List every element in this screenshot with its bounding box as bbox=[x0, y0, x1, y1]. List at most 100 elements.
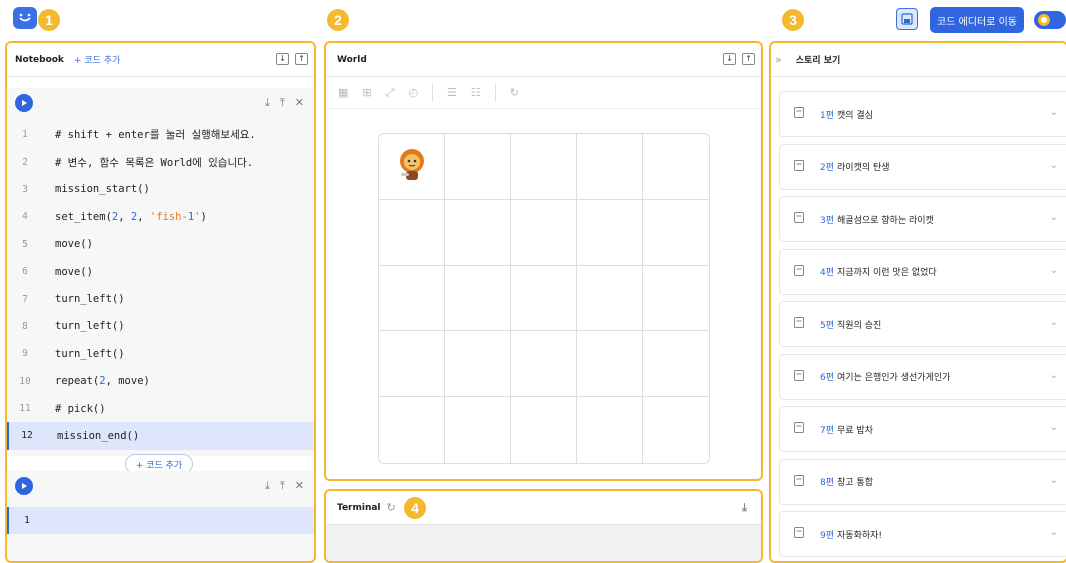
grid-cell[interactable] bbox=[379, 134, 445, 200]
code-line[interactable]: 1 # shift + enter를 눌러 실행해보세요. bbox=[7, 121, 314, 148]
upload-icon[interactable]: ↑ bbox=[742, 53, 755, 65]
code-cell-1: ⤓ ⤒ ✕ 1 # shift + enter를 눌러 실행해보세요. 2 # 변수,… bbox=[7, 88, 314, 456]
code-line[interactable]: 11 # pick() bbox=[7, 395, 314, 422]
chevron-down-icon[interactable]: ⌄ bbox=[1050, 370, 1058, 381]
terminal-header: Terminal ↻ 4 ⤓ bbox=[326, 491, 761, 525]
chevron-down-icon[interactable]: ⌄ bbox=[1050, 527, 1058, 538]
story-item[interactable]: 3편 해골섬으로 향하는 라이캣 ⌄ bbox=[779, 196, 1066, 242]
chevron-down-icon[interactable]: ⌄ bbox=[1050, 265, 1058, 276]
cell-upload-icon[interactable]: ⤒ bbox=[280, 479, 285, 493]
chevron-down-icon[interactable]: ⌄ bbox=[1050, 475, 1058, 486]
grid-cell[interactable] bbox=[379, 397, 445, 463]
grid-cell[interactable] bbox=[511, 134, 577, 200]
world-grid[interactable] bbox=[378, 133, 710, 464]
code-line[interactable]: 7 turn_left() bbox=[7, 285, 314, 312]
story-item[interactable]: 5편 직원의 승진 ⌄ bbox=[779, 301, 1066, 347]
code-line[interactable]: 8 turn_left() bbox=[7, 313, 314, 340]
grid-cell[interactable] bbox=[577, 134, 643, 200]
run-cell-2-button[interactable] bbox=[15, 477, 33, 495]
story-item[interactable]: 1편 캣의 결심 ⌄ bbox=[779, 91, 1066, 137]
upload-icon[interactable]: ↑ bbox=[295, 53, 308, 65]
grid-cell[interactable] bbox=[445, 331, 511, 398]
save-icon[interactable] bbox=[896, 8, 918, 30]
story-episode-number: 3편 bbox=[820, 215, 835, 226]
download-icon[interactable]: ⤓ bbox=[742, 501, 747, 515]
grid-cell[interactable] bbox=[643, 397, 709, 463]
grid-cell[interactable] bbox=[643, 266, 709, 332]
code-line[interactable]: 6 move() bbox=[7, 258, 314, 285]
code-line[interactable]: 5 move() bbox=[7, 231, 314, 258]
grid-cell[interactable] bbox=[643, 200, 709, 266]
grid-cell[interactable] bbox=[445, 265, 511, 332]
code-line[interactable]: 9 turn_left() bbox=[7, 340, 314, 367]
chevron-down-icon[interactable]: ⌄ bbox=[1050, 160, 1058, 171]
grid-cell[interactable] bbox=[577, 199, 643, 266]
story-item[interactable]: 6편 여기는 은행인가 생선가게인가 ⌄ bbox=[779, 353, 1066, 400]
resize-icon[interactable]: ⤢ bbox=[386, 86, 395, 100]
grid-cell[interactable] bbox=[445, 134, 511, 200]
story-item[interactable]: 9편 자동화하자! ⌄ bbox=[779, 511, 1066, 557]
grid-cell[interactable] bbox=[445, 199, 511, 266]
speed-icon[interactable]: ◴ bbox=[408, 86, 418, 99]
refresh-icon[interactable]: ↻ bbox=[510, 86, 519, 99]
story-item[interactable]: 2편 라이캣의 탄생 ⌄ bbox=[779, 143, 1066, 190]
story-title: 스토리 보기 bbox=[795, 56, 841, 66]
code-line[interactable]: 10 repeat(2, move) bbox=[7, 368, 314, 395]
columns-icon[interactable]: ☷ bbox=[471, 86, 481, 99]
code-line[interactable]: 4 set_item(2, 2, 'fish-1') bbox=[7, 203, 314, 230]
story-episode-title: 자동화하자! bbox=[837, 530, 883, 541]
code-line[interactable]: 12 mission_end() bbox=[7, 422, 314, 450]
cell-2-code[interactable]: 1 bbox=[7, 501, 314, 535]
cell-1-code[interactable]: 1 # shift + enter를 눌러 실행해보세요. 2 # 변수, 함수 목록… bbox=[7, 118, 314, 450]
code-text: turn_left() bbox=[55, 347, 125, 360]
cell-upload-icon[interactable]: ⤒ bbox=[280, 96, 285, 110]
chevron-down-icon[interactable]: ⌄ bbox=[1050, 212, 1058, 223]
world-header: World ↓ ↑ bbox=[326, 43, 761, 77]
grid-cell[interactable] bbox=[379, 331, 445, 398]
grid-cell[interactable] bbox=[577, 331, 643, 398]
run-cell-1-button[interactable] bbox=[15, 94, 33, 112]
grid-cell[interactable] bbox=[643, 331, 709, 398]
story-item[interactable]: 8편 창고 통합 ⌄ bbox=[779, 458, 1066, 505]
grid-icon[interactable]: ▦ bbox=[338, 86, 348, 99]
cell-close-icon[interactable]: ✕ bbox=[295, 96, 304, 110]
book-icon bbox=[794, 107, 804, 121]
chevron-down-icon[interactable]: ⌄ bbox=[1050, 107, 1058, 118]
code-text: mission_end() bbox=[57, 429, 140, 442]
chevron-down-icon[interactable]: ⌄ bbox=[1050, 422, 1058, 433]
code-text: # 변수, 함수 목록은 World에 있습니다. bbox=[55, 156, 254, 169]
code-line[interactable]: 1 bbox=[7, 507, 314, 535]
grid-cell[interactable] bbox=[511, 265, 577, 332]
grid-cell[interactable] bbox=[511, 199, 577, 266]
download-icon[interactable]: ↓ bbox=[276, 53, 289, 65]
grid-cell[interactable] bbox=[511, 397, 577, 463]
add-code-link[interactable]: + 코드 추가 bbox=[74, 53, 120, 66]
collapse-icon[interactable]: » bbox=[775, 53, 782, 66]
download-icon[interactable]: ↓ bbox=[723, 53, 736, 65]
story-item[interactable]: 7편 무료 밥차 ⌄ bbox=[779, 406, 1066, 452]
grid-cell[interactable] bbox=[511, 331, 577, 398]
code-line[interactable]: 2 # 변수, 함수 목록은 World에 있습니다. bbox=[7, 148, 314, 175]
grid-cell[interactable] bbox=[643, 134, 709, 200]
cell-download-icon[interactable]: ⤓ bbox=[265, 479, 270, 493]
smile-icon[interactable] bbox=[13, 7, 37, 29]
line-number: 2 bbox=[22, 156, 28, 168]
rows-icon[interactable]: ☰ bbox=[447, 86, 457, 99]
code-line[interactable]: 3 mission_start() bbox=[7, 176, 314, 203]
cell-close-icon[interactable]: ✕ bbox=[295, 479, 304, 493]
grid-cell[interactable] bbox=[577, 265, 643, 332]
grid-cell[interactable] bbox=[379, 199, 445, 266]
grid-cell[interactable] bbox=[577, 397, 643, 463]
move-to-code-editor-button[interactable]: 코드 에디터로 이동 bbox=[930, 7, 1024, 33]
refresh-icon[interactable]: ↻ bbox=[387, 501, 396, 514]
story-item[interactable]: 4편 지금까지 이런 맛은 없었다 ⌄ bbox=[779, 248, 1066, 295]
step-badge-2: 2 bbox=[327, 9, 349, 31]
theme-toggle[interactable] bbox=[1034, 11, 1066, 29]
terminal-output[interactable] bbox=[326, 525, 761, 561]
grid-cell[interactable] bbox=[379, 265, 445, 332]
add-icon[interactable]: ⊞ bbox=[362, 86, 371, 99]
cell-download-icon[interactable]: ⤓ bbox=[265, 96, 270, 110]
code-text: turn_left() bbox=[55, 320, 125, 333]
chevron-down-icon[interactable]: ⌄ bbox=[1050, 317, 1058, 328]
grid-cell[interactable] bbox=[445, 397, 511, 463]
